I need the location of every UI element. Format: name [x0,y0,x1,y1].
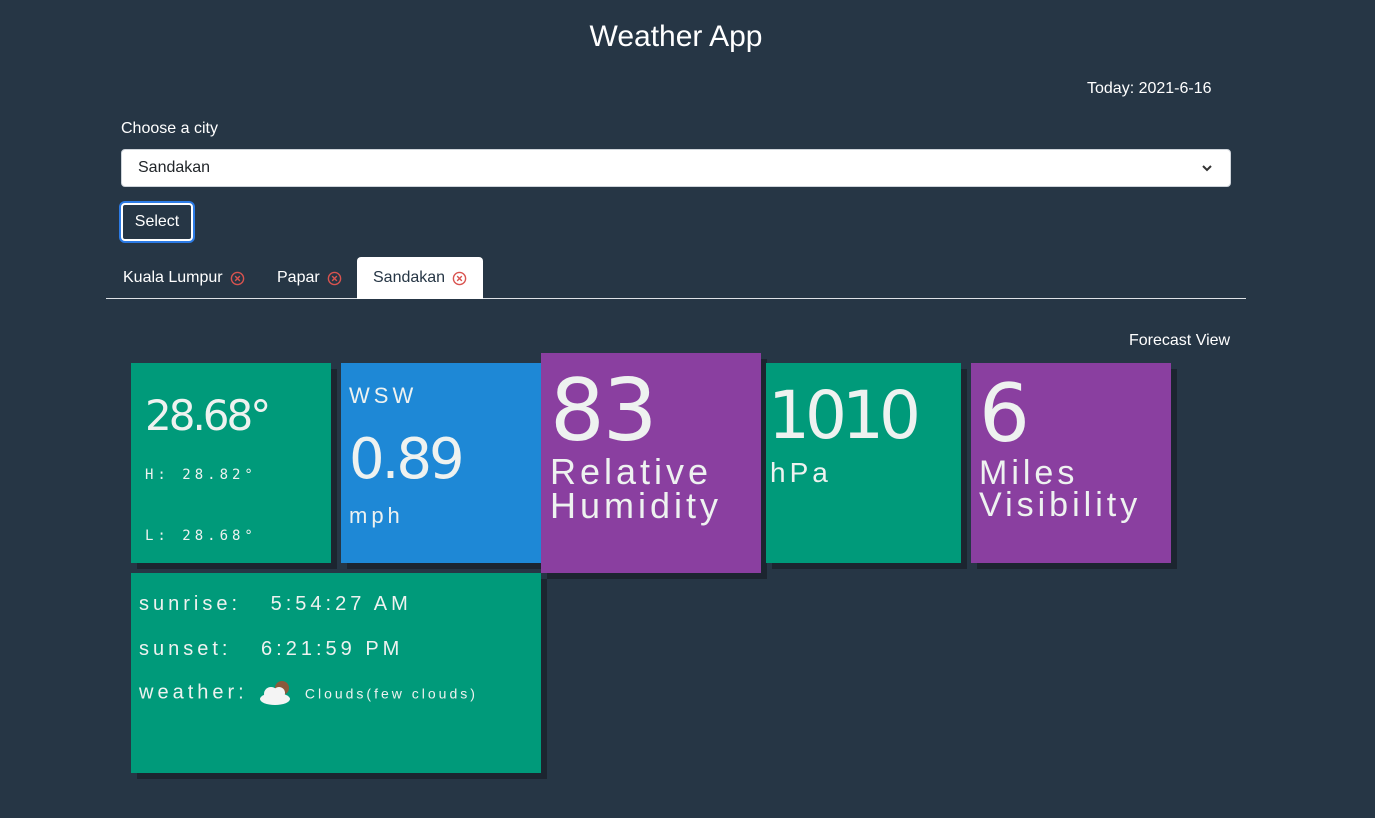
tab-label: Kuala Lumpur [123,269,223,286]
tab-sandakan[interactable]: Sandakan [357,257,484,299]
sunset-time: 6:21:59 PM [261,638,404,660]
wind-speed: 0.89 [349,427,465,492]
visibility-label-line1: Miles [979,454,1079,492]
temperature-tile: 28.68° H: 28.82° L: 28.68° [131,363,331,563]
close-icon[interactable] [327,271,342,286]
sun-weather-tile: sunrise: 5:54:27 AM sunset: 6:21:59 PM w… [131,573,541,773]
pressure-value: 1010 [768,377,921,454]
humidity-label-line1: Relative [550,451,713,492]
sunrise-row: sunrise: 5:54:27 AM [139,593,412,616]
app-title: Weather App [589,20,763,53]
weather-description: Clouds(few clouds) [304,685,478,702]
cloud-sun-icon [257,679,295,707]
chevron-down-icon [1200,161,1214,175]
current-temperature: 28.68° [145,391,271,440]
wind-unit: mph [349,503,404,528]
wind-tile: WSW 0.89 mph [341,363,541,563]
humidity-label-line2: Humidity [550,485,723,526]
visibility-label-line2: Visibility [979,486,1142,524]
select-button[interactable]: Select [121,203,193,241]
today-date: Today: 2021-6-16 [1087,80,1212,97]
pressure-unit: hPa [770,457,832,488]
city-select-label: Choose a city [121,120,218,137]
city-select[interactable]: Sandakan [121,149,1231,187]
sunrise-label: sunrise: [139,593,242,615]
sunrise-time: 5:54:27 AM [270,593,412,615]
wind-direction: WSW [349,383,418,408]
forecast-view-link[interactable]: Forecast View [1129,332,1230,350]
visibility-value: 6 [979,367,1030,460]
tab-label: Sandakan [373,269,446,286]
close-icon[interactable] [452,271,467,286]
city-select-value: Sandakan [138,159,211,176]
city-tabs: Kuala Lumpur Papar Sandakan [106,257,1246,299]
humidity-label: Relative Humidity [550,451,723,526]
humidity-value: 83 [550,361,657,461]
weather-row: weather: Clouds(few clouds) [139,679,478,707]
tab-kuala-lumpur[interactable]: Kuala Lumpur [107,257,261,299]
tab-label: Papar [277,269,320,286]
sunset-row: sunset: 6:21:59 PM [139,638,403,661]
high-temperature: H: 28.82° [145,467,257,483]
tab-papar[interactable]: Papar [261,257,358,299]
weather-label: weather: [139,681,248,704]
visibility-label: Miles Visibility [979,454,1142,524]
sunset-label: sunset: [139,638,232,660]
visibility-tile: 6 Miles Visibility [971,363,1171,563]
close-icon[interactable] [230,271,245,286]
low-temperature: L: 28.68° [145,528,257,544]
humidity-tile: 83 Relative Humidity [541,353,761,573]
pressure-tile: 1010 hPa [766,363,961,563]
